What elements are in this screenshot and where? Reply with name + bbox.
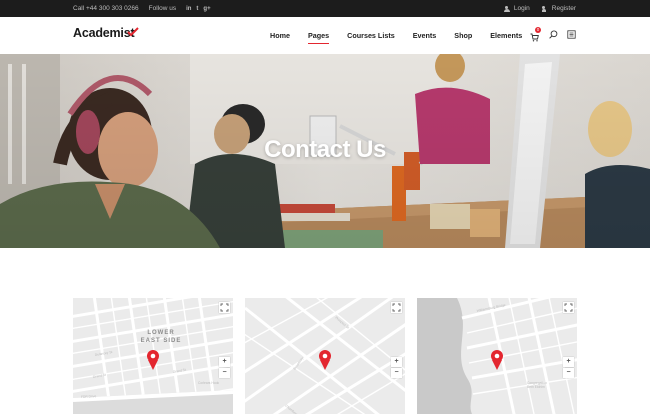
hero-banner: Contact Us [0,54,650,248]
nav-shop[interactable]: Shop [454,31,472,40]
zoom-out-button[interactable]: − [391,368,402,378]
maps-section: Delancey St Grand St Grand St FDR Drive … [73,298,577,414]
map-1-district-line-2: EAST SIDE [141,338,182,344]
main-header: Academist Home Pages Courses Lists Event… [0,17,650,54]
map-embed-3[interactable]: Williamsburg Bridge Congregation Beth El… [417,298,577,414]
cart-button[interactable]: 0 [530,27,541,42]
nav-home[interactable]: Home [270,31,290,40]
zoom-out-button[interactable]: − [219,368,230,378]
svg-text:Beth Elohim: Beth Elohim [527,385,545,389]
phone-text: Call +44 300 303 0266 [73,5,139,12]
nav-pages[interactable]: Pages [307,31,330,44]
login-link[interactable]: Login [503,5,530,12]
user-icon [503,5,510,12]
linkedin-icon[interactable]: in [186,6,191,12]
fullscreen-icon [392,303,401,312]
fullscreen-icon [220,303,229,312]
svg-text:FDR Drive: FDR Drive [81,394,97,399]
logo-check-icon [127,27,139,37]
zoom-in-button[interactable]: + [563,357,574,367]
zoom-in-button[interactable]: + [391,357,402,367]
login-label: Login [513,5,530,12]
fullscreen-button[interactable] [563,302,574,313]
cart-icon [530,33,539,42]
hero-title: Contact Us [264,136,386,163]
nav-events[interactable]: Events [413,31,437,40]
google-plus-icon[interactable]: g+ [203,6,210,12]
zoom-out-button[interactable]: − [563,368,574,378]
fullscreen-button[interactable] [391,302,402,313]
site-logo[interactable]: Academist [73,26,135,40]
map-1-canvas[interactable]: Delancey St Grand St Grand St FDR Drive … [73,298,233,414]
social-links: in t g+ [186,6,211,12]
cart-count-badge: 0 [535,27,541,33]
fullscreen-button[interactable] [219,302,230,313]
fullscreen-icon [564,303,573,312]
top-bar: Call +44 300 303 0266 Follow us in t g+ … [0,0,650,17]
nav-courses-lists[interactable]: Courses Lists [347,31,395,40]
nav-elements[interactable]: Elements [490,31,522,40]
map-embed-1[interactable]: Delancey St Grand St Grand St FDR Drive … [73,298,233,414]
map-2-canvas[interactable]: Broadway Prospect St Chambers St [245,298,405,414]
map-embed-2[interactable]: Broadway Prospect St Chambers St + − [245,298,405,414]
search-icon[interactable] [549,29,558,39]
register-label: Register [551,5,576,12]
register-link[interactable]: Register [541,5,576,12]
side-menu-icon[interactable] [567,29,576,39]
register-icon [541,5,548,12]
twitter-icon[interactable]: t [196,6,198,12]
map-3-canvas[interactable]: Williamsburg Bridge Congregation Beth El… [417,298,577,414]
svg-text:Corlears Hook: Corlears Hook [198,381,219,385]
zoom-in-button[interactable]: + [219,357,230,367]
main-nav: Home Pages Courses Lists Events Shop Ele… [270,17,522,54]
map-1-district-line-1: LOWER [147,330,174,336]
follow-us-label: Follow us [148,5,177,12]
